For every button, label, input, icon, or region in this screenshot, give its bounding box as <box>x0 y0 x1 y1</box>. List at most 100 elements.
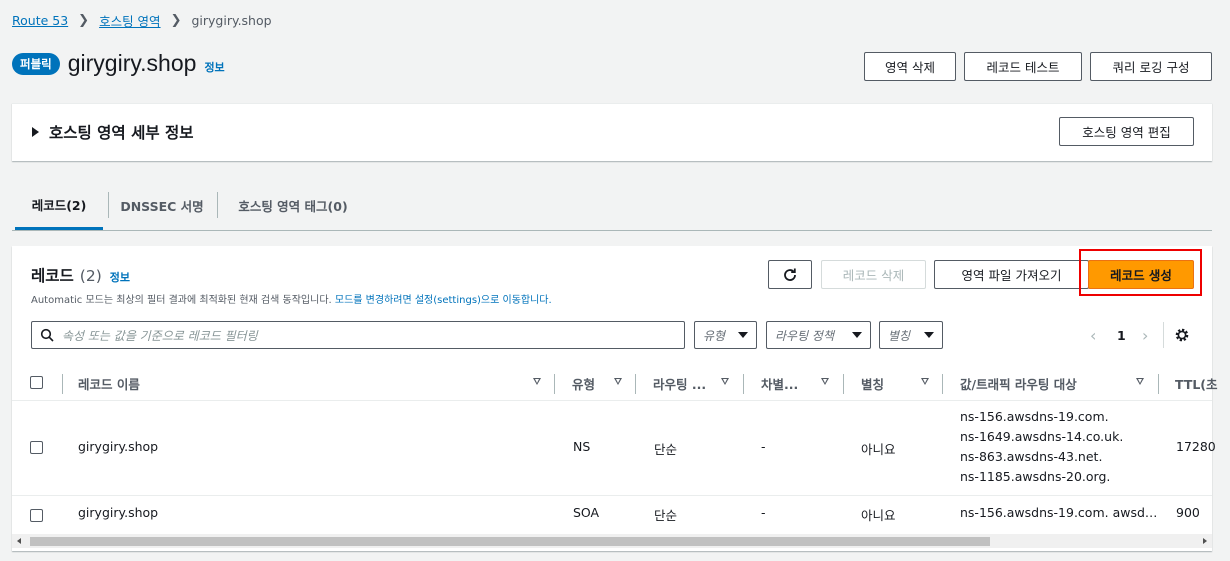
next-page-icon[interactable]: › <box>1142 326 1148 345</box>
highlight-box <box>1079 249 1202 296</box>
column-divider <box>843 374 844 394</box>
column-divider <box>1158 374 1159 394</box>
records-description: Automatic 모드는 최상의 필터 결과에 최적화된 현재 검색 동작입니… <box>31 291 552 306</box>
column-header-differentiator[interactable]: 차별... <box>761 366 798 400</box>
sort-icon[interactable] <box>721 378 729 385</box>
refresh-icon <box>784 268 796 281</box>
settings-button[interactable] <box>1174 327 1190 347</box>
info-link[interactable]: 정보 <box>204 59 224 75</box>
row-checkbox[interactable] <box>30 509 43 522</box>
column-divider <box>635 374 636 394</box>
settings-link[interactable]: 모드를 변경하려면 설정(settings)으로 이동합니다. <box>335 295 552 306</box>
gear-icon <box>1175 328 1189 342</box>
table-header: 레코드 이름 유형 라우팅 ... 차별... 별칭 값/트래픽 라우팅 대상 … <box>12 366 1218 401</box>
caret-down-icon <box>924 332 934 338</box>
description-text: Automatic 모드는 최상의 필터 결과에 최적화된 현재 검색 동작입니… <box>31 295 332 306</box>
chevron-right-icon: ❯ <box>78 13 90 28</box>
details-expand-toggle[interactable]: 호스팅 영역 세부 정보 <box>32 121 194 143</box>
record-routing: 단순 <box>654 442 678 457</box>
records-count: (2) <box>79 267 102 285</box>
page-number[interactable]: 1 <box>1117 328 1126 343</box>
page-header: 퍼블릭 girygiry.shop 정보 <box>12 50 225 77</box>
record-ttl: 900 <box>1176 505 1200 520</box>
hosted-zone-details-panel: 호스팅 영역 세부 정보 호스팅 영역 편집 <box>12 103 1212 161</box>
breadcrumb-route53-link[interactable]: Route 53 <box>12 13 68 28</box>
column-header-value[interactable]: 값/트래픽 라우팅 대상 <box>960 366 1077 400</box>
alias-filter-label: 별칭 <box>888 328 911 343</box>
table-row[interactable]: girygiry.shop NS 단순 - 아니요 ns-156.awsdns-… <box>12 401 1216 496</box>
chevron-right-icon: ❯ <box>170 13 182 28</box>
records-title: 레코드 <box>31 267 74 285</box>
column-divider <box>62 374 63 394</box>
public-badge: 퍼블릭 <box>12 52 60 75</box>
record-name[interactable]: girygiry.shop <box>78 505 158 520</box>
record-ttl: 17280 <box>1176 439 1216 454</box>
page-title: girygiry.shop <box>67 50 197 76</box>
record-value: ns-156.awsdns-19.com. awsd… <box>960 505 1158 520</box>
breadcrumb-current: girygiry.shop <box>191 13 272 28</box>
record-routing: 단순 <box>654 508 678 523</box>
column-header-name[interactable]: 레코드 이름 <box>78 366 140 400</box>
delete-zone-button[interactable]: 영역 삭제 <box>864 52 956 81</box>
tab-tags[interactable]: 호스팅 영역 태그(0) <box>222 182 364 229</box>
tab-divider <box>108 192 109 218</box>
select-all-checkbox[interactable] <box>30 376 43 389</box>
sort-icon[interactable] <box>614 378 622 385</box>
sort-icon[interactable] <box>1136 378 1144 385</box>
test-record-button[interactable]: 레코드 테스트 <box>964 52 1082 81</box>
record-value: ns-1185.awsdns-20.org. <box>960 469 1111 484</box>
record-value: ns-1649.awsdns-14.co.uk. <box>960 429 1124 444</box>
type-filter-select[interactable]: 유형 <box>694 321 757 349</box>
tab-dnssec[interactable]: DNSSEC 서명 <box>112 182 212 229</box>
routing-filter-label: 라우팅 정책 <box>775 328 835 343</box>
caret-right-icon <box>32 127 39 137</box>
query-logging-button[interactable]: 쿼리 로깅 구성 <box>1090 52 1212 81</box>
records-info-link[interactable]: 정보 <box>110 269 130 285</box>
sort-icon[interactable] <box>821 378 829 385</box>
records-panel: 레코드 (2) 정보 Automatic 모드는 최상의 필터 결과에 최적화된… <box>12 246 1218 551</box>
column-divider <box>743 374 744 394</box>
row-checkbox[interactable] <box>30 441 43 454</box>
sort-icon[interactable] <box>921 378 929 385</box>
delete-record-button[interactable]: 레코드 삭제 <box>821 260 926 289</box>
record-name[interactable]: girygiry.shop <box>78 439 158 454</box>
tab-bar: 레코드(2) DNSSEC 서명 호스팅 영역 태그(0) <box>12 182 1212 231</box>
record-differentiator: - <box>761 505 766 520</box>
record-type: NS <box>573 439 591 454</box>
scroll-right-icon[interactable] <box>1203 538 1207 544</box>
routing-filter-select[interactable]: 라우팅 정책 <box>766 321 871 349</box>
refresh-button[interactable] <box>768 260 812 289</box>
column-header-routing[interactable]: 라우팅 ... <box>653 366 706 400</box>
search-icon <box>40 328 54 342</box>
type-filter-label: 유형 <box>703 328 726 343</box>
table-row[interactable]: girygiry.shop SOA 단순 - 아니요 ns-156.awsdns… <box>12 496 1212 532</box>
horizontal-scrollbar[interactable] <box>12 534 1212 548</box>
prev-page-icon[interactable]: ‹ <box>1090 326 1096 345</box>
column-divider <box>942 374 943 394</box>
sort-icon[interactable] <box>533 378 541 385</box>
record-value: ns-863.awsdns-43.net. <box>960 449 1103 464</box>
caret-down-icon <box>738 332 748 338</box>
pagination-divider <box>1163 322 1164 348</box>
records-header: 레코드 (2) 정보 <box>31 264 130 286</box>
record-value: ns-156.awsdns-19.com. <box>960 409 1109 424</box>
search-placeholder: 속성 또는 값을 기준으로 레코드 필터링 <box>62 328 258 343</box>
column-header-type[interactable]: 유형 <box>572 366 595 400</box>
caret-down-icon <box>852 332 862 338</box>
search-input[interactable]: 속성 또는 값을 기준으로 레코드 필터링 <box>31 321 685 349</box>
tab-records[interactable]: 레코드(2) <box>15 182 103 230</box>
record-alias: 아니요 <box>861 508 896 523</box>
column-header-ttl[interactable]: TTL(초 <box>1175 366 1218 400</box>
details-title: 호스팅 영역 세부 정보 <box>49 124 194 142</box>
scrollbar-thumb[interactable] <box>30 537 990 546</box>
column-header-alias[interactable]: 별칭 <box>861 366 884 400</box>
breadcrumb: Route 53 ❯ 호스팅 영역 ❯ girygiry.shop <box>12 11 272 30</box>
column-divider <box>554 374 555 394</box>
record-alias: 아니요 <box>861 442 896 457</box>
alias-filter-select[interactable]: 별칭 <box>879 321 943 349</box>
breadcrumb-hosted-zones-link[interactable]: 호스팅 영역 <box>99 11 160 30</box>
import-zone-file-button[interactable]: 영역 파일 가져오기 <box>934 260 1089 289</box>
edit-hosted-zone-button[interactable]: 호스팅 영역 편집 <box>1059 117 1194 146</box>
record-type: SOA <box>573 505 600 520</box>
scroll-left-icon[interactable] <box>17 538 21 544</box>
